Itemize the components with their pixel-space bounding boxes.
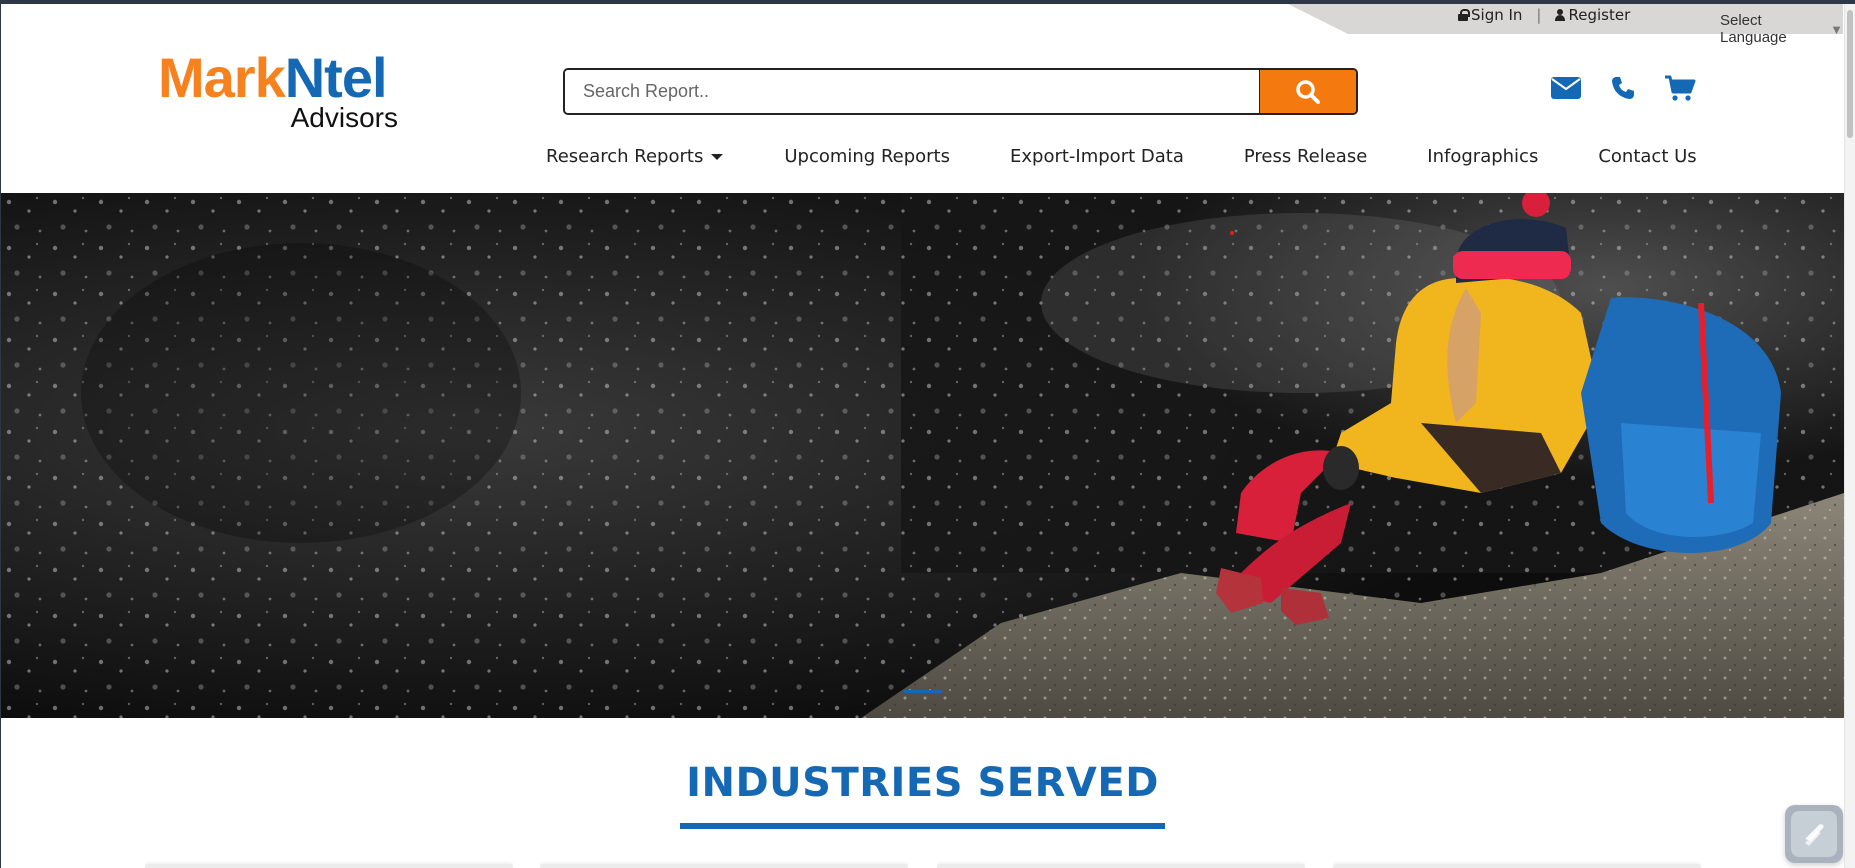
top-utility-bar: Sign In | Register Select Language ▼	[1288, 4, 1843, 46]
nav-item-upcoming-reports[interactable]: Upcoming Reports	[784, 146, 950, 167]
industry-card[interactable]	[145, 864, 513, 868]
industry-card[interactable]	[937, 864, 1305, 868]
logo-mark-text: Mark	[158, 46, 286, 109]
industry-card[interactable]	[1333, 864, 1701, 868]
nav-label-export-import-data: Export-Import Data	[1010, 146, 1184, 167]
envelope-icon[interactable]	[1550, 76, 1582, 100]
carousel-indicator[interactable]	[904, 690, 942, 693]
sign-in-link[interactable]: Sign In	[1458, 6, 1522, 24]
industries-served-heading: INDUSTRIES SERVED	[686, 760, 1159, 806]
search-button[interactable]	[1259, 70, 1356, 113]
lock-icon	[1458, 9, 1470, 21]
user-icon	[1555, 9, 1566, 21]
logo-advisors-text: Advisors	[290, 102, 398, 133]
hero-carousel[interactable]	[1, 193, 1844, 718]
chat-widget-icon	[1791, 811, 1837, 857]
nav-label-upcoming-reports: Upcoming Reports	[784, 146, 950, 167]
nav-label-press-release: Press Release	[1243, 146, 1368, 167]
chat-widget-button[interactable]	[1785, 805, 1843, 863]
logo-wordmark: MarkNtel	[158, 50, 403, 106]
site-logo[interactable]: MarkNtel Advisors	[158, 50, 403, 136]
language-selector[interactable]: Select Language ▼	[1720, 12, 1843, 46]
phone-icon[interactable]	[1610, 75, 1636, 101]
register-label: Register	[1568, 6, 1631, 24]
nav-label-contact-us: Contact Us	[1598, 146, 1697, 167]
industry-cards-row	[0, 864, 1845, 868]
page-scrollbar[interactable]	[1844, 4, 1855, 868]
nav-item-contact-us[interactable]: Contact Us	[1598, 146, 1696, 167]
search-icon	[1296, 79, 1320, 104]
sign-in-label: Sign In	[1471, 6, 1523, 24]
nav-item-infographics[interactable]: Infographics	[1427, 146, 1538, 167]
nav-label-research-reports: Research Reports	[546, 146, 704, 167]
register-link[interactable]: Register	[1555, 6, 1630, 24]
search-input[interactable]	[565, 70, 1259, 113]
nav-item-export-import-data[interactable]: Export-Import Data	[1010, 146, 1184, 167]
search-bar	[563, 68, 1358, 115]
nav-item-research-reports[interactable]: Research Reports	[546, 146, 724, 167]
language-label: Select Language	[1720, 12, 1787, 46]
heading-underline	[680, 823, 1165, 829]
nav-label-infographics: Infographics	[1427, 146, 1539, 167]
cart-icon[interactable]	[1664, 74, 1696, 102]
nav-item-press-release[interactable]: Press Release	[1244, 146, 1367, 167]
logo-ntel-text: Ntel	[284, 46, 388, 109]
caret-down-icon	[711, 153, 724, 160]
header-action-icons	[1550, 74, 1696, 102]
industry-card[interactable]	[540, 864, 908, 868]
language-caret-icon: ▼	[1830, 21, 1843, 37]
link-separator: |	[1536, 6, 1542, 24]
scrollbar-thumb[interactable]	[1847, 10, 1853, 138]
hero-image	[1, 193, 1844, 718]
account-links: Sign In | Register	[1458, 6, 1630, 24]
main-navigation: Research Reports Upcoming Reports Export…	[546, 146, 1697, 167]
